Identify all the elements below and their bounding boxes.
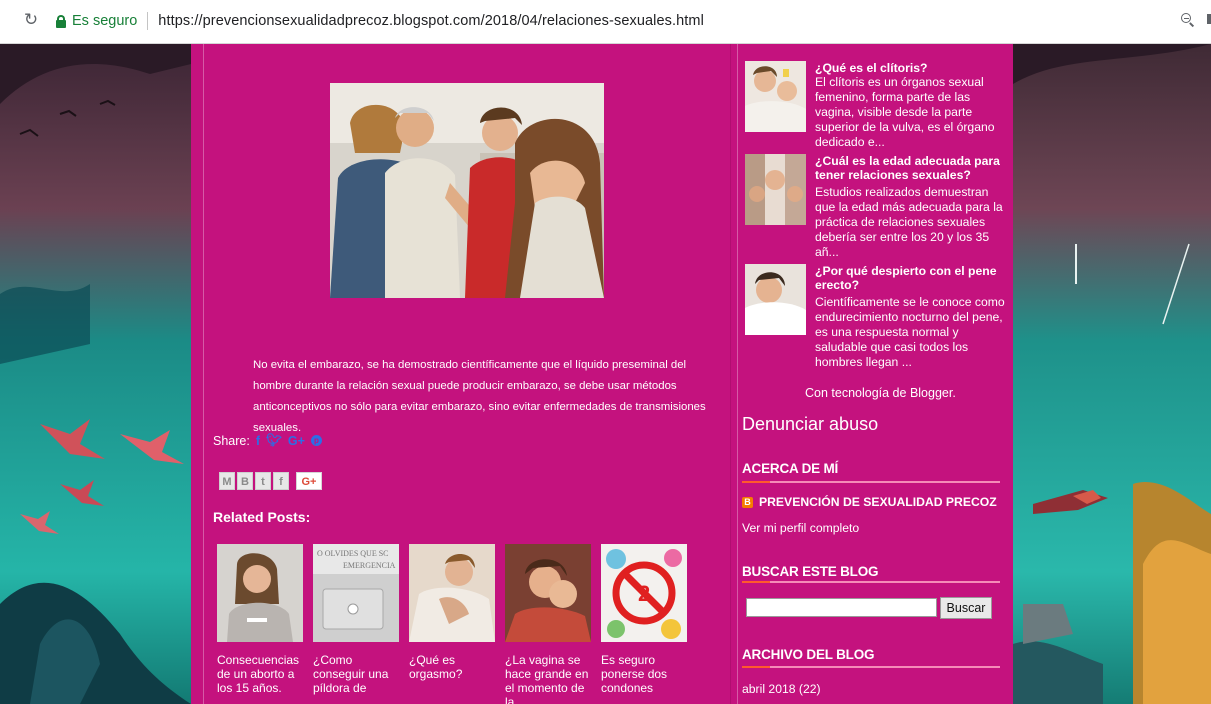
popular-post-item[interactable]: ¿Qué es el clítoris? El clítoris es un ó… <box>745 61 1005 151</box>
facebook-icon[interactable]: f <box>256 434 260 448</box>
popular-post-item[interactable]: ¿Cuál es la edad adecuada para tener rel… <box>745 154 1005 259</box>
popular-post-snippet: Estudios realizados demuestran que la ed… <box>815 185 1003 259</box>
twitter-icon[interactable]: 🐦︎ <box>266 433 282 448</box>
facebook-icon[interactable]: f <box>273 472 289 490</box>
popular-post-thumbnail[interactable] <box>745 154 806 225</box>
powered-by-blogger-link[interactable]: Con tecnología de Blogger. <box>805 386 956 400</box>
zoom-out-icon[interactable] <box>1181 13 1195 27</box>
related-post-thumbnail[interactable]: 2 <box>601 544 687 642</box>
security-label[interactable]: Es seguro <box>72 13 137 29</box>
popular-post-title[interactable]: ¿Cuál es la edad adecuada para tener rel… <box>815 154 1005 182</box>
email-icon[interactable]: M <box>219 472 235 490</box>
address-separator <box>147 12 149 30</box>
post-body-text: No evita el embarazo, se ha demostrado c… <box>253 359 706 434</box>
view-full-profile-link[interactable]: Ver mi perfil completo <box>742 521 859 535</box>
related-post-caption[interactable]: ¿Qué es orgasmo? <box>409 653 495 681</box>
related-post-thumbnail[interactable] <box>217 544 303 642</box>
pinterest-icon[interactable]: p <box>310 435 322 446</box>
archive-month-link[interactable]: abril 2018 (22) <box>742 682 821 696</box>
related-post-caption[interactable]: Es seguro ponerse dos condones <box>601 653 687 695</box>
archive-widget-title: ARCHIVO DEL BLOG <box>742 647 875 662</box>
related-post-thumbnail[interactable] <box>505 544 591 642</box>
popular-post-title[interactable]: ¿Qué es el clítoris? <box>815 61 1005 75</box>
related-post-thumbnail[interactable] <box>409 544 495 642</box>
url-text[interactable]: https://prevencionsexualidadprecoz.blogs… <box>158 13 704 29</box>
popular-post-snippet: El clítoris es un órganos sexual femenin… <box>815 75 995 149</box>
popular-post-item[interactable]: ¿Por qué despierto con el pene erecto? C… <box>745 264 1005 369</box>
background-illustration-left <box>0 44 191 704</box>
search-widget-title: BUSCAR ESTE BLOG <box>742 564 879 579</box>
blog-search-input[interactable] <box>746 598 937 617</box>
related-post-item[interactable]: Consecuencias de un aborto a los 15 años… <box>217 544 303 695</box>
blogthis-icon[interactable]: B <box>237 472 253 490</box>
about-me-widget-title: ACERCA DE MÍ <box>742 461 839 476</box>
svg-text:O OLVIDES QUE SC: O OLVIDES QUE SC <box>317 549 389 558</box>
share-buttons-bar: M B t f G+ <box>219 472 322 490</box>
related-post-item[interactable]: 2 Es seguro ponerse dos condones <box>601 544 687 695</box>
related-post-item[interactable]: ¿La vagina se hace grande en el momento … <box>505 544 591 704</box>
related-post-caption[interactable]: ¿Como conseguir una píldora de <box>313 653 399 695</box>
related-post-caption[interactable]: ¿La vagina se hace grande en el momento … <box>505 653 591 704</box>
svg-text:EMERGENCIA: EMERGENCIA <box>343 561 396 570</box>
browser-toolbar: ↻ Es seguro https://prevencionsexualidad… <box>0 0 1211 44</box>
google-plus-icon[interactable]: G+ <box>288 434 305 448</box>
popular-post-thumbnail[interactable] <box>745 264 806 335</box>
widget-title-underline <box>742 481 1000 483</box>
related-post-caption[interactable]: Consecuencias de un aborto a los 15 años… <box>217 653 303 695</box>
blog-profile-name[interactable]: PREVENCIÓN DE SEXUALIDAD PRECOZ <box>759 495 997 509</box>
related-posts-title: Related Posts: <box>213 509 311 525</box>
share-row: Share: f 🐦︎ G+ p <box>213 433 322 448</box>
popular-post-thumbnail[interactable] <box>745 61 806 132</box>
blog-profile-link[interactable]: B PREVENCIÓN DE SEXUALIDAD PRECOZ <box>742 495 997 509</box>
related-post-item[interactable]: O OLVIDES QUE SC EMERGENCIA ¿Como conseg… <box>313 544 399 695</box>
svg-text:2: 2 <box>638 581 650 606</box>
report-abuse-link[interactable]: Denunciar abuso <box>742 414 878 435</box>
related-post-thumbnail[interactable]: O OLVIDES QUE SC EMERGENCIA <box>313 544 399 642</box>
reload-icon[interactable]: ↻ <box>22 11 40 29</box>
share-label: Share: <box>213 433 250 448</box>
blogger-icon: B <box>742 496 753 508</box>
lock-icon[interactable] <box>56 14 66 28</box>
related-post-item[interactable]: ¿Qué es orgasmo? <box>409 544 495 681</box>
bookmark-star-icon[interactable] <box>1207 14 1211 24</box>
popular-post-snippet: Científicamente se le conoce como endure… <box>815 295 1005 369</box>
column-divider <box>737 44 738 704</box>
widget-title-underline <box>742 666 1000 668</box>
popular-post-title[interactable]: ¿Por qué despierto con el pene erecto? <box>815 264 1005 292</box>
column-divider <box>203 44 204 704</box>
google-plus-one-button[interactable]: G+ <box>296 472 322 490</box>
post-featured-image[interactable] <box>330 83 604 298</box>
widget-title-underline <box>742 581 1000 583</box>
twitter-icon[interactable]: t <box>255 472 271 490</box>
address-bar[interactable]: Es seguro https://prevencionsexualidadpr… <box>52 7 1202 35</box>
search-button[interactable]: Buscar <box>940 597 992 619</box>
background-illustration-right <box>1013 44 1211 704</box>
